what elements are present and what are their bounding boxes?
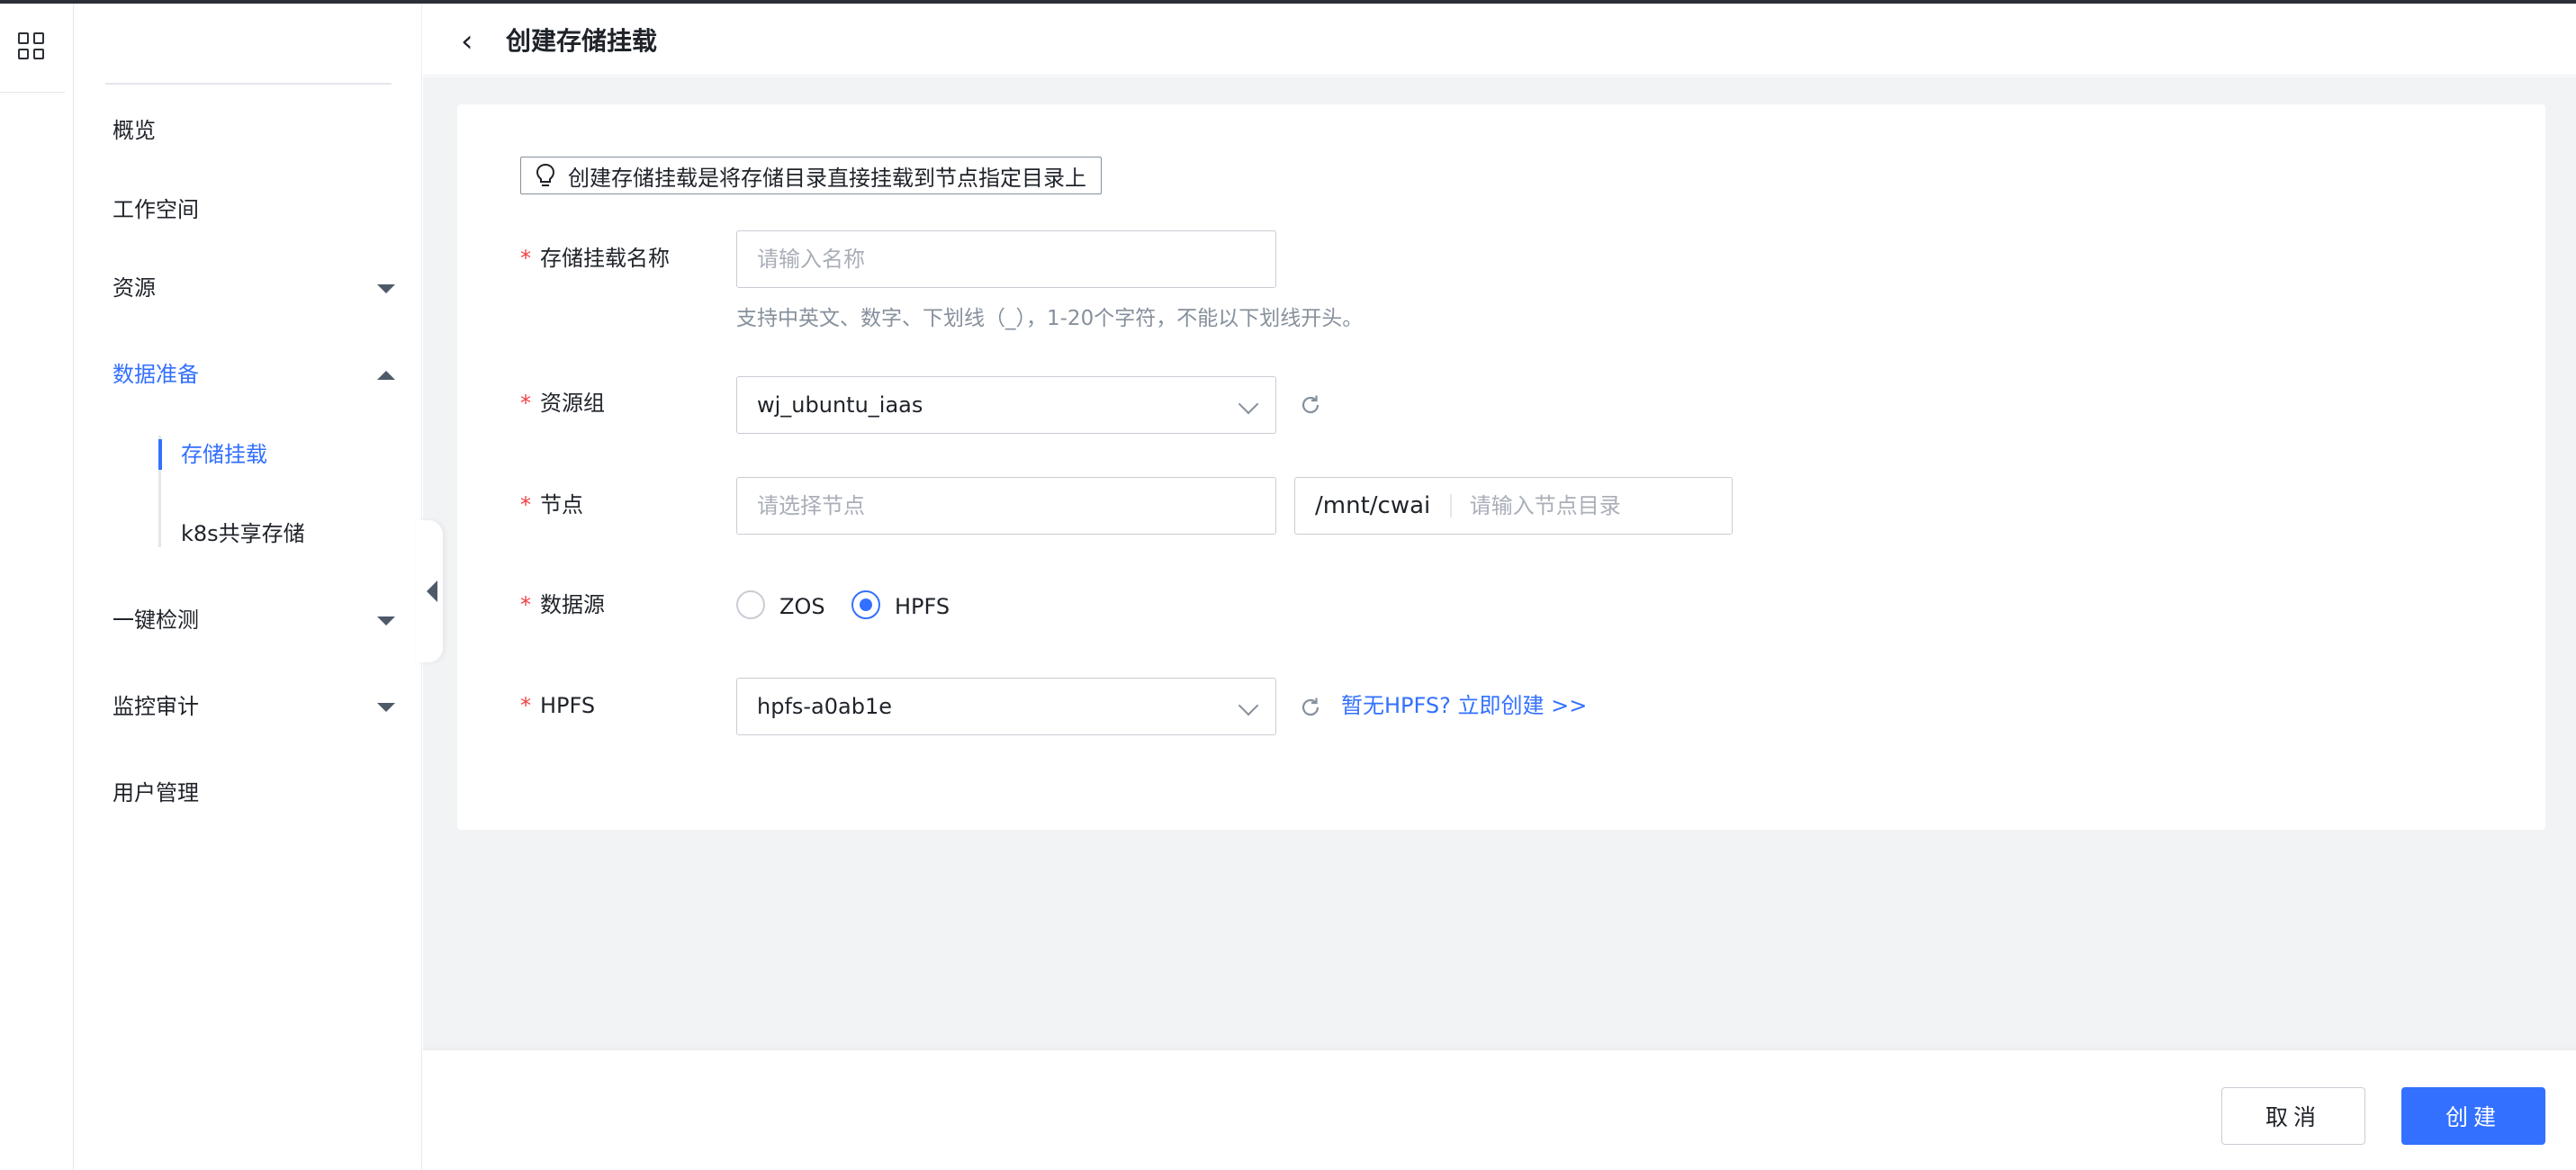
resource-group-label: * 资源组	[520, 391, 605, 416]
chevron-up-icon[interactable]	[377, 371, 395, 380]
sidebar-item-overview[interactable]: 概览	[113, 117, 156, 144]
chevron-down-icon[interactable]	[377, 616, 395, 626]
tip-text: 创建存储挂载是将存储目录直接挂载到节点指定目录上	[568, 165, 1086, 191]
sidebar-item-user-management[interactable]: 用户管理	[113, 779, 199, 806]
required-mark: *	[520, 391, 531, 416]
sidebar-item-resource[interactable]: 资源	[113, 274, 156, 302]
resource-group-value: wj_ubuntu_iaas	[757, 392, 923, 418]
node-directory-input[interactable]	[1469, 493, 1704, 518]
sidebar-divider	[105, 83, 392, 85]
info-tip: 创建存储挂载是将存储目录直接挂载到节点指定目录上	[520, 157, 1102, 194]
hpfs-value: hpfs-a0ab1e	[757, 694, 893, 719]
chevron-down-icon	[1238, 695, 1259, 716]
radio-hpfs-label[interactable]: HPFS	[895, 593, 950, 620]
radio-zos-label[interactable]: ZOS	[779, 593, 825, 620]
caret-left-icon	[427, 580, 437, 602]
apps-grid-icon[interactable]	[18, 32, 45, 59]
sidebar-subitem-k8s-storage[interactable]: k8s共享存储	[181, 520, 305, 547]
datasource-label: * 数据源	[520, 592, 605, 617]
lightbulb-icon	[536, 163, 555, 188]
required-mark: *	[520, 246, 531, 271]
chevron-down-icon	[1238, 393, 1259, 415]
sidebar-item-one-click-check[interactable]: 一键检测	[113, 607, 199, 634]
submenu-active-indicator	[158, 439, 162, 470]
name-label: * 存储挂载名称	[520, 246, 670, 271]
page-header: ‹ 创建存储挂载	[423, 4, 2576, 76]
sidebar-collapse-handle[interactable]	[416, 520, 443, 662]
radio-zos[interactable]	[736, 590, 765, 619]
sidebar-item-data-prep[interactable]: 数据准备	[113, 361, 199, 388]
required-mark: *	[520, 492, 531, 518]
refresh-icon[interactable]	[1298, 695, 1323, 720]
node-path-group: /mnt/cwai	[1294, 477, 1733, 535]
cancel-button[interactable]: 取消	[2221, 1087, 2365, 1145]
app-rail	[0, 4, 74, 1170]
node-select[interactable]	[736, 477, 1276, 535]
required-mark: *	[520, 693, 531, 718]
sidebar: 概览 工作空间 资源 数据准备 存储挂载 k8s共享存储 一键检测 监控审计 用…	[75, 4, 422, 1170]
sidebar-item-workspace[interactable]: 工作空间	[113, 196, 199, 223]
refresh-icon[interactable]	[1298, 392, 1323, 418]
hpfs-label: * HPFS	[520, 693, 596, 718]
sidebar-item-monitor-audit[interactable]: 监控审计	[113, 693, 199, 720]
name-help-text: 支持中英文、数字、下划线（_），1-20个字符，不能以下划线开头。	[736, 307, 1364, 330]
required-mark: *	[520, 592, 531, 617]
create-button[interactable]: 创建	[2401, 1087, 2545, 1145]
create-hpfs-link[interactable]: 暂无HPFS? 立即创建 >>	[1341, 692, 1587, 719]
back-arrow-icon[interactable]: ‹	[461, 25, 473, 58]
path-separator	[1450, 494, 1452, 518]
rail-divider	[0, 92, 65, 93]
page-title: 创建存储挂载	[506, 26, 658, 56]
chevron-down-icon[interactable]	[377, 284, 395, 293]
sidebar-subitem-storage-mount[interactable]: 存储挂载	[181, 441, 267, 468]
radio-hpfs[interactable]	[851, 590, 880, 619]
resource-group-select[interactable]: wj_ubuntu_iaas	[736, 376, 1276, 434]
chevron-down-icon[interactable]	[377, 703, 395, 712]
hpfs-select[interactable]: hpfs-a0ab1e	[736, 678, 1276, 735]
node-label: * 节点	[520, 492, 583, 518]
path-prefix: /mnt/cwai	[1315, 492, 1431, 519]
name-input[interactable]	[736, 230, 1276, 288]
